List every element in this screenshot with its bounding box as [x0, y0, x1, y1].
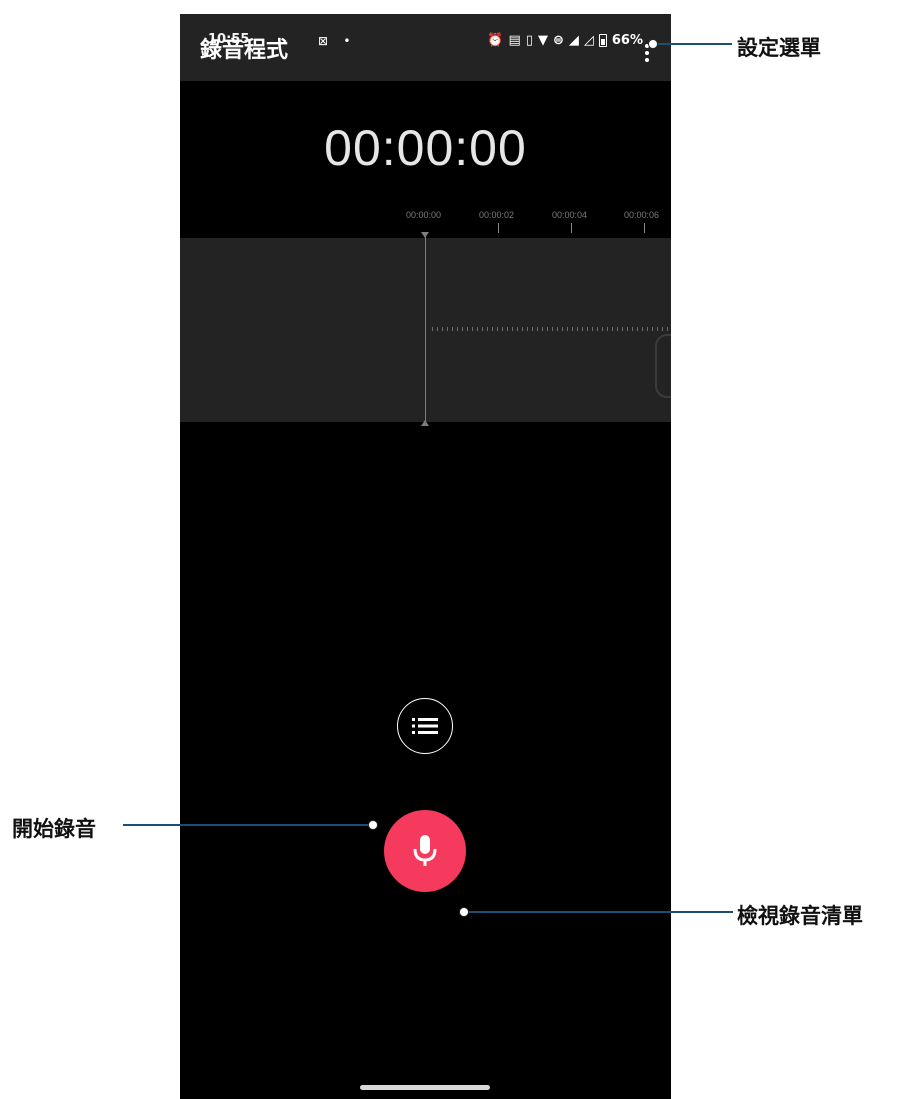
- list-icon: [412, 718, 438, 734]
- record-button[interactable]: [384, 810, 466, 892]
- timeline-label: 00:00:02: [479, 210, 515, 220]
- callout-line-record: [123, 824, 371, 826]
- callout-settings-menu: 設定選單: [737, 36, 821, 60]
- timeline-label: 00:00:04: [552, 210, 588, 220]
- timeline-label: 00:00:06: [624, 210, 660, 220]
- callout-dot-list: [459, 907, 469, 917]
- battery-icon: [598, 34, 607, 47]
- phone-screen: 10:55 錄音程式 ⊠ • ⏰ ▤ ▯ ▼ ⊜ ◢ ◿ 66% 00:00:0…: [180, 14, 671, 1099]
- recordings-list-button[interactable]: [397, 698, 453, 754]
- signal-icon: ◢: [568, 33, 579, 48]
- callout-dot-record: [368, 820, 378, 830]
- waveform-scroll-handle: [655, 334, 671, 398]
- elapsed-timer: 00:00:00: [324, 120, 527, 176]
- alarm-icon: ⏰: [487, 33, 504, 48]
- no-signal-icon: ◿: [583, 33, 594, 48]
- timeline-tick: [644, 223, 645, 233]
- wifi-icon: ▼: [537, 33, 548, 48]
- app-title: 錄音程式: [200, 38, 289, 63]
- volte-icon: ⊜: [552, 33, 564, 48]
- app-bar: 10:55 錄音程式 ⊠ • ⏰ ▤ ▯ ▼ ⊜ ◢ ◿ 66%: [180, 14, 671, 81]
- callout-line-list: [469, 911, 733, 913]
- image-icon: ⊠: [318, 34, 329, 48]
- auto-icon: ▤: [508, 33, 521, 48]
- waveform-baseline: [432, 327, 671, 331]
- timeline-label: 00:00:00: [406, 210, 442, 220]
- playhead-bottom-marker: [421, 420, 429, 426]
- callout-line-settings: [658, 43, 732, 45]
- callout-view-recordings: 檢視錄音清單: [737, 904, 863, 928]
- callout-start-recording: 開始錄音: [12, 817, 96, 841]
- mic-icon: [413, 835, 437, 866]
- timeline-tick: [571, 223, 572, 233]
- timeline-tick: [498, 223, 499, 233]
- callout-dot-settings: [648, 39, 658, 49]
- vibrate-icon: ▯: [525, 33, 533, 48]
- battery-percent: 66%: [611, 33, 643, 48]
- playhead: [425, 233, 426, 425]
- home-indicator[interactable]: [360, 1085, 490, 1090]
- status-right-icons: ⏰ ▤ ▯ ▼ ⊜ ◢ ◿ 66%: [487, 33, 643, 48]
- dot-icon: •: [343, 34, 351, 48]
- status-left-icons: ⊠ •: [318, 34, 350, 48]
